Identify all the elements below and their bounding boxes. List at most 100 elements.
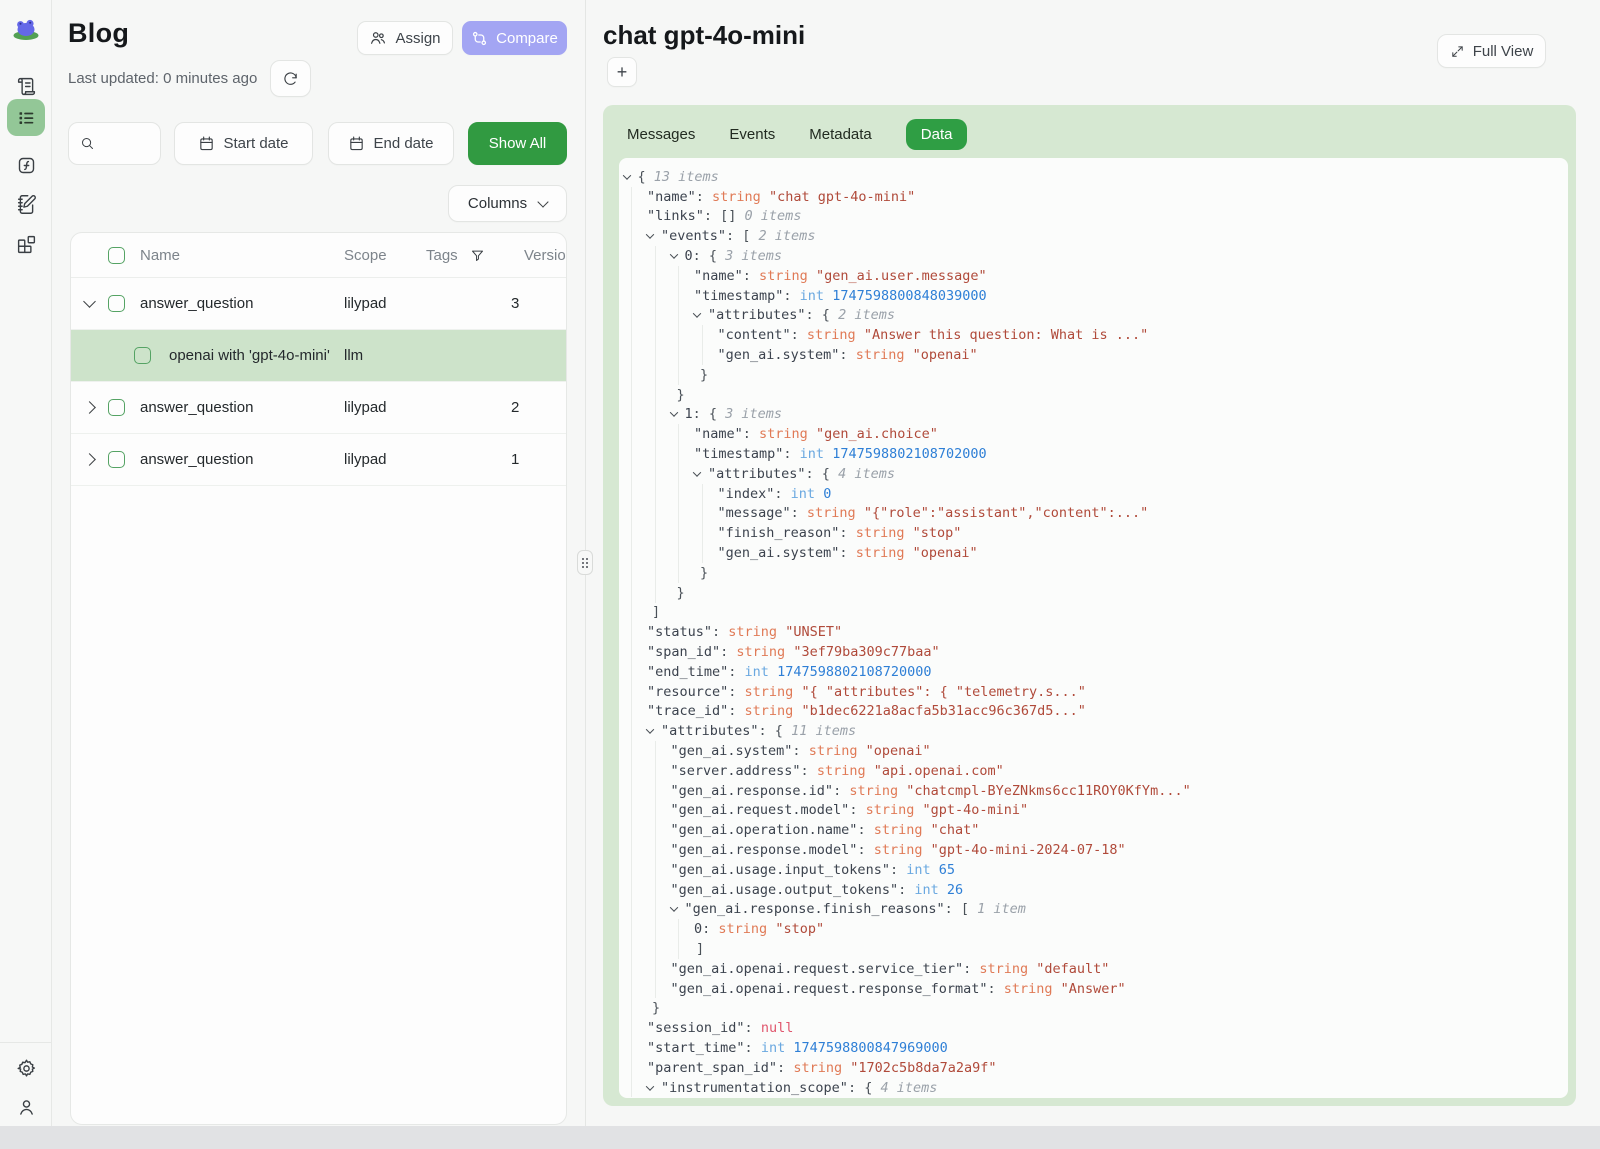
- indent-guide: [678, 306, 679, 326]
- row-checkbox[interactable]: [108, 451, 125, 468]
- json-token: :: [728, 684, 744, 700]
- json-token: "gen_ai.response.id": [671, 783, 834, 799]
- add-comment-button[interactable]: +: [607, 57, 637, 87]
- filter-funnel-icon[interactable]: [470, 248, 485, 263]
- json-token: string: [759, 268, 816, 284]
- row-scope: lilypad: [344, 382, 387, 434]
- json-token: "finish_reason": [718, 525, 840, 541]
- json-token: :: [743, 426, 759, 442]
- column-header-name[interactable]: Name: [140, 233, 180, 278]
- assign-button[interactable]: Assign: [357, 21, 453, 55]
- full-view-label: Full View: [1473, 43, 1534, 60]
- chevron-down-icon[interactable]: [622, 171, 630, 179]
- indent-guide: [631, 603, 632, 623]
- chevron-down-icon[interactable]: [646, 231, 654, 239]
- compare-button[interactable]: Compare: [462, 21, 567, 55]
- column-header-versions[interactable]: Versions: [524, 233, 567, 278]
- json-token: string: [809, 743, 866, 759]
- json-line: }: [619, 385, 1568, 405]
- chevron-down-icon[interactable]: [646, 726, 654, 734]
- json-token: string: [712, 189, 769, 205]
- notebook-pen-icon[interactable]: [7, 186, 45, 223]
- json-token: "{ "attributes": { "telemetry.s...": [801, 684, 1085, 700]
- row-name: answer_question: [140, 278, 253, 330]
- table-row[interactable]: answer_questionlilypad2: [71, 382, 566, 434]
- calendar-icon: [348, 135, 365, 152]
- json-token: :: [696, 189, 712, 205]
- search-input[interactable]: [101, 136, 151, 152]
- span-detail-panel: MessagesEventsMetadataData { 13 items"na…: [603, 105, 1576, 1106]
- json-line: "gen_ai.system": string "openai": [619, 345, 1568, 365]
- tab-data[interactable]: Data: [906, 119, 968, 150]
- indent-guide: [631, 939, 632, 959]
- chevron-right-icon[interactable]: [83, 401, 96, 414]
- chevron-down-icon[interactable]: [669, 250, 677, 258]
- json-line: "gen_ai.response.model": string "gpt-4o-…: [619, 840, 1568, 860]
- tab-metadata[interactable]: Metadata: [809, 119, 872, 150]
- json-line: }: [619, 998, 1568, 1018]
- columns-dropdown[interactable]: Columns: [448, 185, 567, 222]
- table-body: answer_questionlilypad3openai with 'gpt-…: [71, 278, 566, 486]
- select-all-checkbox[interactable]: [108, 247, 125, 264]
- indent-guide: [678, 365, 679, 385]
- json-token: "message": [718, 505, 791, 521]
- chevron-down-icon[interactable]: [693, 310, 701, 318]
- horizontal-scrollbar[interactable]: [0, 1126, 1600, 1149]
- blocks-icon[interactable]: [7, 226, 45, 263]
- gear-icon[interactable]: [7, 1050, 45, 1087]
- list-grid-icon[interactable]: [7, 99, 45, 136]
- json-token: "status": [647, 624, 712, 640]
- start-date-label: Start date: [223, 135, 288, 152]
- json-token: "b1dec6221a8acfa5b31acc96c367d5...": [801, 703, 1085, 719]
- row-checkbox[interactable]: [108, 295, 125, 312]
- refresh-button[interactable]: [270, 60, 311, 97]
- json-token: "parent_span_id": [647, 1060, 777, 1076]
- chevron-down-icon[interactable]: [669, 904, 677, 912]
- page-title: Blog: [68, 18, 129, 49]
- row-checkbox[interactable]: [134, 347, 151, 364]
- table-row[interactable]: openai with 'gpt-4o-mini'llm: [71, 330, 566, 382]
- json-line: }: [619, 563, 1568, 583]
- table-row[interactable]: answer_questionlilypad3: [71, 278, 566, 330]
- chevron-down-icon[interactable]: [83, 295, 96, 308]
- indent-guide: [631, 385, 632, 405]
- json-token: "gen_ai.openai.request.response_format": [671, 981, 988, 997]
- json-line: "gen_ai.request.model": string "gpt-4o-m…: [619, 801, 1568, 821]
- json-token: "default": [1036, 961, 1109, 977]
- json-line: "trace_id": string "b1dec6221a8acfa5b31a…: [619, 702, 1568, 722]
- json-token: string: [1004, 981, 1061, 997]
- show-all-button[interactable]: Show All: [468, 122, 567, 165]
- json-token: :: [898, 882, 914, 898]
- row-name: answer_question: [140, 382, 253, 434]
- indent-guide: [631, 543, 632, 563]
- person-icon[interactable]: [7, 1089, 45, 1126]
- json-line: ]: [619, 603, 1568, 623]
- json-token: string: [817, 763, 874, 779]
- json-token: :: [890, 862, 906, 878]
- tab-events[interactable]: Events: [729, 119, 775, 150]
- end-date-button[interactable]: End date: [328, 122, 454, 165]
- indent-guide: [655, 583, 656, 603]
- full-view-button[interactable]: Full View: [1437, 34, 1546, 68]
- tab-messages[interactable]: Messages: [627, 119, 695, 150]
- table-row[interactable]: answer_questionlilypad1: [71, 434, 566, 486]
- function-icon[interactable]: [7, 147, 45, 184]
- column-header-tags[interactable]: Tags: [426, 233, 458, 278]
- indent-guide: [678, 523, 679, 543]
- row-checkbox[interactable]: [108, 399, 125, 416]
- chevron-down-icon[interactable]: [693, 468, 701, 476]
- search-box[interactable]: [68, 122, 161, 165]
- json-token: "gen_ai.choice": [816, 426, 938, 442]
- chevron-down-icon[interactable]: [646, 1082, 654, 1090]
- json-line: "gen_ai.response.finish_reasons": [ 1 it…: [619, 899, 1568, 919]
- indent-guide: [678, 504, 679, 524]
- json-token: :: [791, 505, 807, 521]
- chevron-down-icon[interactable]: [669, 409, 677, 417]
- frog-lilypad-logo[interactable]: [7, 9, 45, 46]
- column-header-scope[interactable]: Scope: [344, 233, 387, 278]
- indent-guide: [655, 246, 656, 266]
- indent-guide: [631, 662, 632, 682]
- chevron-right-icon[interactable]: [83, 453, 96, 466]
- panel-resize-handle[interactable]: [577, 550, 593, 575]
- start-date-button[interactable]: Start date: [174, 122, 313, 165]
